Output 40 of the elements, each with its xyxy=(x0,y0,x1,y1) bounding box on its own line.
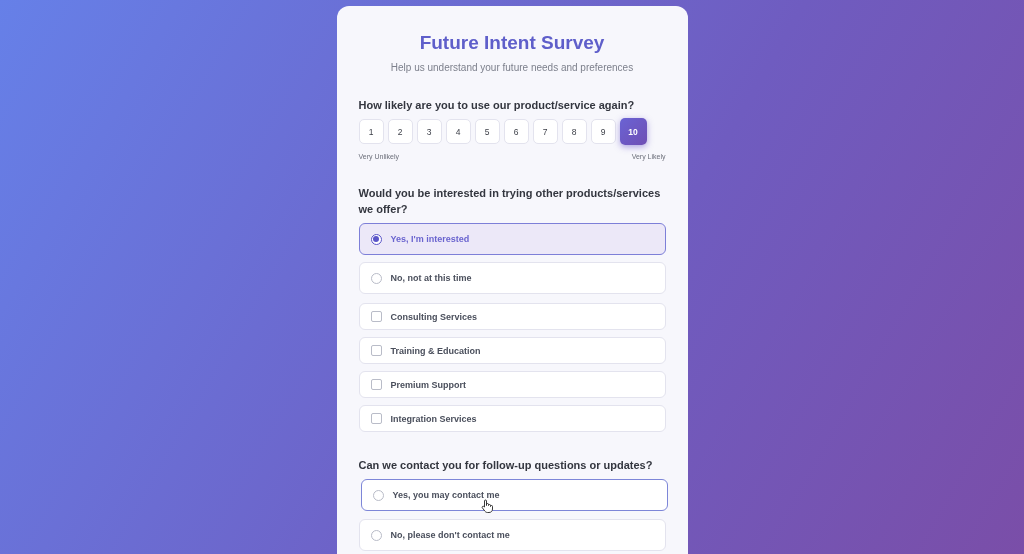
checkbox-option[interactable]: Premium Support xyxy=(358,371,666,398)
rating-button[interactable]: 9 xyxy=(590,119,616,144)
option-label: Training & Education xyxy=(390,345,481,356)
radio-option[interactable]: Yes, I'm interested xyxy=(358,223,666,255)
radio-button[interactable] xyxy=(370,272,382,284)
rating-button[interactable]: 4 xyxy=(445,119,471,144)
checkbox-option[interactable]: Consulting Services xyxy=(358,303,666,330)
radio-option[interactable]: No, please don't contact me xyxy=(358,519,666,551)
option-label: Yes, you may contact me xyxy=(392,490,500,500)
option-label: Integration Services xyxy=(390,413,477,424)
option-label: Premium Support xyxy=(390,379,466,390)
radio-button[interactable] xyxy=(370,233,382,245)
radio-option[interactable]: Yes, you may contact me xyxy=(360,479,668,511)
rating-button[interactable]: 6 xyxy=(503,119,529,144)
option-label: No, please don't contact me xyxy=(390,530,510,540)
hand-cursor-icon xyxy=(480,499,493,513)
rating-button[interactable]: 10 xyxy=(619,118,647,145)
rating-button[interactable]: 2 xyxy=(387,119,413,144)
question-text: Can we contact you for follow-up questions or updates? xyxy=(358,458,654,473)
survey-subtitle: Help us understand your future needs and preferences xyxy=(389,62,635,73)
radio-option[interactable]: No, not at this time xyxy=(358,262,666,294)
option-label: Consulting Services xyxy=(390,311,478,322)
checkbox[interactable] xyxy=(370,413,382,424)
question-text: How likely are you to use our product/service again? xyxy=(358,98,636,113)
rating-button[interactable]: 3 xyxy=(416,119,442,144)
checkbox[interactable] xyxy=(370,345,382,356)
radio-button[interactable] xyxy=(372,489,384,501)
option-label: No, not at this time xyxy=(390,273,472,283)
radio-button[interactable] xyxy=(370,529,382,541)
survey-title: Future Intent Survey xyxy=(418,32,606,54)
checkbox[interactable] xyxy=(370,311,382,322)
question-text: Would you be interested in trying other products/services we offer? xyxy=(358,186,662,217)
rating-button[interactable]: 1 xyxy=(358,119,384,144)
rating-button[interactable]: 8 xyxy=(561,119,587,144)
rating-button[interactable]: 7 xyxy=(532,119,558,144)
checkbox-option[interactable]: Integration Services xyxy=(358,405,666,432)
checkbox[interactable] xyxy=(370,379,382,390)
checkbox-option[interactable]: Training & Education xyxy=(358,337,666,364)
rating-button[interactable]: 5 xyxy=(474,119,500,144)
option-label: Yes, I'm interested xyxy=(390,234,470,244)
